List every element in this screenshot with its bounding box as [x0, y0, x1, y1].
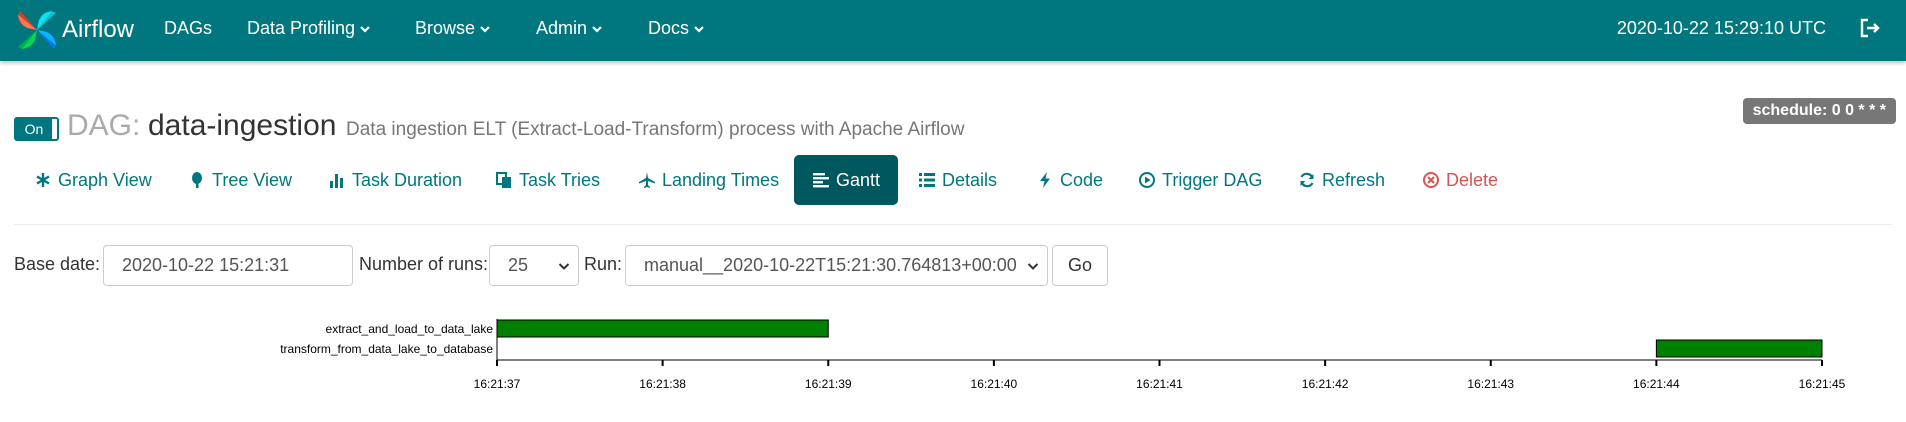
- chevron-down-icon: [558, 263, 570, 270]
- gantt-tick-label: 16:21:44: [1633, 377, 1680, 391]
- num-runs-select[interactable]: 25: [489, 245, 579, 286]
- play-circle-icon: [1139, 172, 1155, 188]
- tab-tree-view[interactable]: Tree View: [184, 155, 296, 205]
- airflow-logo-icon: [17, 10, 57, 50]
- tab-label: Code: [1060, 169, 1104, 190]
- tab-task-duration[interactable]: Task Duration: [324, 155, 466, 205]
- tree-icon: [192, 172, 202, 188]
- tab-task-tries[interactable]: Task Tries: [491, 155, 604, 205]
- toggle-on-label: On: [16, 119, 52, 139]
- asterisk-icon: [36, 173, 50, 187]
- nav-docs-label: Docs: [648, 18, 690, 38]
- tab-refresh[interactable]: Refresh: [1294, 155, 1389, 205]
- tab-delete[interactable]: Delete: [1418, 155, 1502, 205]
- brand-link[interactable]: Airflow: [14, 6, 134, 54]
- tab-label: Delete: [1446, 169, 1499, 190]
- gantt-tick-label: 16:21:38: [639, 377, 686, 391]
- tab-code[interactable]: Code: [1032, 155, 1107, 205]
- gantt-task-bar[interactable]: [496, 319, 829, 338]
- tab-label: Trigger DAG: [1162, 169, 1263, 190]
- gantt-chart: 16:21:37 16:21:38 16:21:39 16:21:40 16:21:41…: [280, 319, 1846, 391]
- run-select[interactable]: manual__2020-10-22T15:21:30.764813+00:00: [625, 245, 1048, 286]
- go-button[interactable]: Go: [1052, 245, 1108, 286]
- tab-trigger-dag[interactable]: Trigger DAG: [1134, 155, 1266, 205]
- run-label: Run:: [584, 254, 623, 274]
- schedule-badge: schedule: 0 0 * * *: [1742, 98, 1896, 124]
- chevron-down-icon: [592, 25, 602, 33]
- chevron-down-icon: [360, 25, 370, 33]
- gantt-tick-label: 16:21:43: [1467, 377, 1514, 391]
- divider: [14, 224, 1892, 225]
- base-date-input[interactable]: 2020-10-22 15:21:31: [103, 245, 353, 286]
- nav-data-profiling-label: Data Profiling: [247, 18, 356, 38]
- dag-pause-toggle[interactable]: On: [14, 117, 59, 141]
- base-date-label: Base date:: [14, 254, 101, 274]
- bar-chart-icon: [330, 174, 343, 188]
- tab-label: Tree View: [212, 169, 293, 190]
- gantt-tick-label: 16:21:45: [1799, 377, 1846, 391]
- tab-label: Gantt: [836, 169, 881, 190]
- chevron-down-icon: [694, 25, 704, 33]
- tab-label: Graph View: [58, 169, 152, 190]
- tab-gantt[interactable]: Gantt: [794, 155, 899, 205]
- tab-details[interactable]: Details: [914, 155, 1001, 205]
- gantt-tick-label: 16:21:41: [1136, 377, 1183, 391]
- tab-label: Details: [942, 169, 998, 190]
- nav-dags[interactable]: DAGs: [164, 18, 212, 39]
- flash-icon: [1040, 172, 1050, 188]
- remove-circle-icon: [1423, 172, 1439, 188]
- nav-browse-label: Browse: [415, 18, 476, 38]
- gantt-task-label: extract_and_load_to_data_lake: [326, 322, 494, 336]
- gantt-tick-label: 16:21:40: [971, 377, 1018, 391]
- plane-icon: [639, 172, 655, 188]
- tab-graph-view[interactable]: Graph View: [30, 155, 156, 205]
- server-time: 2020-10-22 15:29:10 UTC: [1616, 18, 1826, 38]
- nav-docs[interactable]: Docs: [648, 18, 704, 39]
- tab-label: Task Tries: [519, 169, 601, 190]
- num-runs-label: Number of runs:: [359, 254, 489, 274]
- gantt-tick-label: 16:21:42: [1302, 377, 1349, 391]
- num-runs-value: 25: [508, 255, 529, 275]
- sign-out-icon[interactable]: [1858, 16, 1882, 40]
- navbar: Airflow DAGs Data Profiling Browse Admin…: [0, 0, 1906, 61]
- nav-data-profiling[interactable]: Data Profiling: [247, 18, 370, 39]
- brand-text: Airflow: [62, 16, 135, 43]
- tab-label: Landing Times: [662, 169, 780, 190]
- dag-id-title: data-ingestion: [148, 109, 337, 142]
- tab-label: Refresh: [1322, 169, 1386, 190]
- dag-description: Data ingestion ELT (Extract-Load-Transfo…: [346, 119, 965, 140]
- gantt-task-bar[interactable]: [1655, 339, 1823, 358]
- chevron-down-icon: [480, 25, 490, 33]
- duplicate-icon: [496, 172, 511, 188]
- nav-admin-label: Admin: [536, 18, 588, 38]
- refresh-icon: [1300, 172, 1314, 188]
- nav-dags-label: DAGs: [164, 18, 213, 38]
- dag-label: DAG:: [67, 109, 141, 142]
- nav-browse[interactable]: Browse: [415, 18, 490, 39]
- chevron-down-icon: [1027, 263, 1039, 270]
- gantt-tick-label: 16:21:39: [805, 377, 852, 391]
- nav-admin[interactable]: Admin: [536, 18, 602, 39]
- gantt-task-label: transform_from_data_lake_to_database: [280, 342, 493, 356]
- list-icon: [919, 173, 935, 187]
- tab-landing-times[interactable]: Landing Times: [634, 155, 783, 205]
- align-left-icon: [813, 173, 829, 188]
- tab-label: Task Duration: [352, 169, 463, 190]
- gantt-tick-label: 16:21:37: [474, 377, 521, 391]
- run-value: manual__2020-10-22T15:21:30.764813+00:00: [644, 255, 1017, 275]
